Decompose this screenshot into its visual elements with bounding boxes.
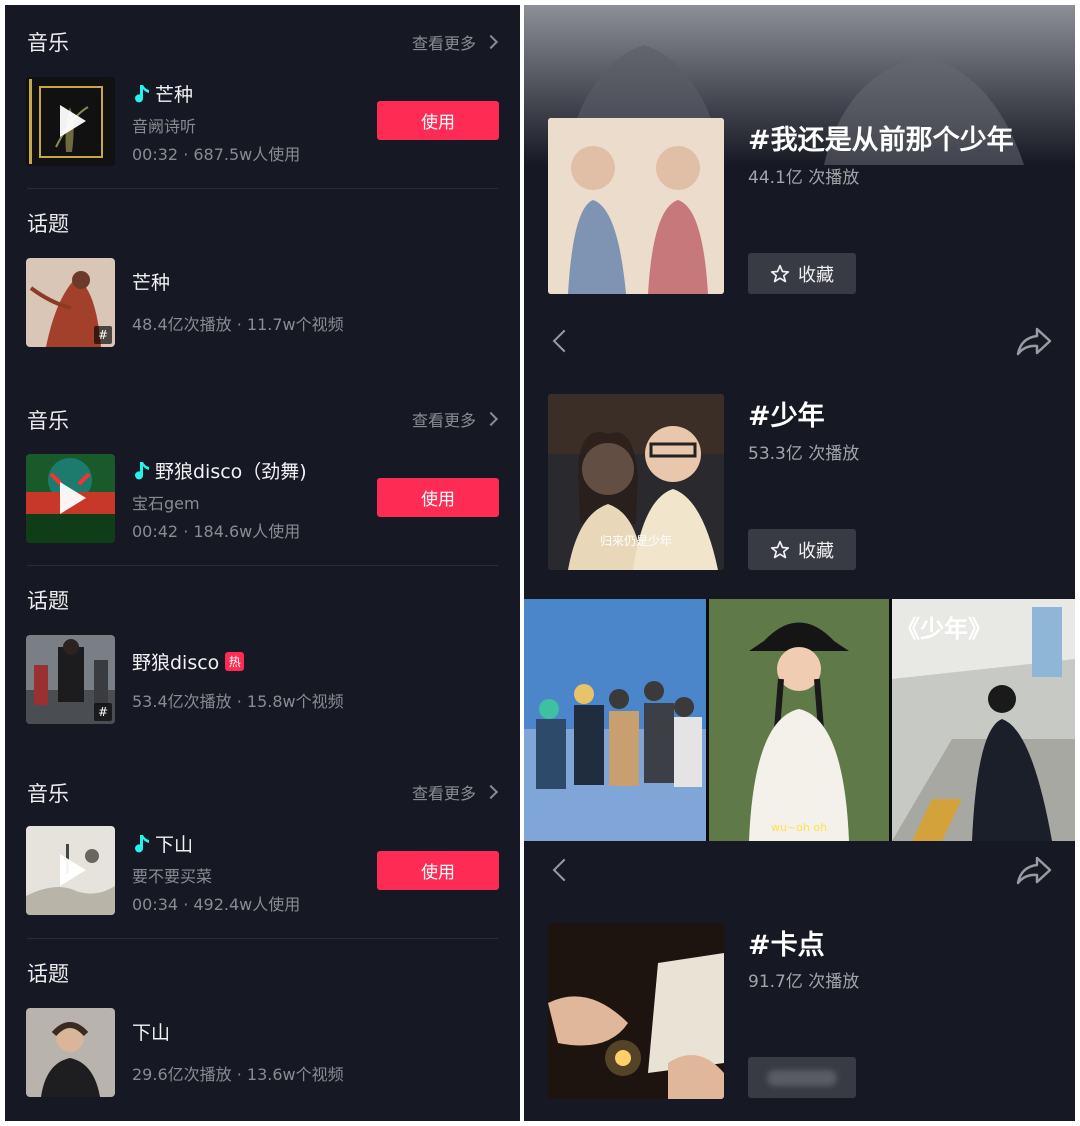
video-collage: wu~oh oh 《少年》 [524,599,1075,841]
see-more-link[interactable]: 查看更多 [411,780,499,804]
share-icon[interactable] [1015,854,1053,886]
music-cover[interactable] [26,77,115,166]
topic-meta: 48.4亿次播放 · 11.7w个视频 [132,315,344,334]
favorite-button[interactable]: 收藏 [748,253,856,294]
song-name: 野狼disco（劲舞) [155,461,307,483]
music-title[interactable]: 下山 [135,830,193,857]
music-note-icon [135,84,149,102]
section-title-music: 音乐 [27,31,69,55]
hashtag-icon: # [94,326,112,344]
music-meta: 00:32 · 687.5w人使用 [132,145,301,164]
music-title[interactable]: 芒种 [135,80,193,107]
favorite-button-blurred[interactable] [748,1057,856,1098]
back-icon[interactable] [552,329,576,353]
song-name: 芒种 [155,84,194,106]
music-cover[interactable] [26,826,115,915]
topic-thumbnail[interactable]: 归来仍是少年 [548,394,724,570]
topic-title[interactable]: #我还是从前那个少年 [748,118,1014,157]
collage-caption: wu~oh oh [770,821,828,834]
topic-title[interactable]: #少年 [748,394,825,433]
section-title-music: 音乐 [27,409,69,433]
music-title[interactable]: 野狼disco（劲舞) [135,457,307,484]
star-icon [770,264,790,282]
topic-cover[interactable] [26,1008,115,1097]
topic-title[interactable]: 下山 [132,1018,170,1045]
divider [27,938,498,939]
see-more-label: 查看更多 [411,411,476,430]
play-icon [60,854,86,886]
music-note-icon [135,834,149,852]
topic-title[interactable]: #卡点 [748,923,825,962]
topic-name: 芒种 [132,272,171,294]
topic-detail-right-panel: #我还是从前那个少年 44.1亿 次播放 收藏 归来仍是少年 #少年 53.3亿… [524,5,1075,1121]
topic-title[interactable]: 野狼disco 热 [132,648,245,675]
collage-overlay-text: 《少年》 [896,615,992,643]
search-results-left-panel: 音乐 查看更多 芒种 音阙诗听 00:32 · 687.5w人使用 使用 话题 … [5,5,520,1121]
section-title-topic: 话题 [27,962,69,986]
use-button[interactable]: 使用 [377,851,499,890]
collage-art [524,599,706,841]
divider [27,188,498,189]
see-more-link[interactable]: 查看更多 [411,407,499,431]
nav-row [524,850,1075,890]
divider [27,565,498,566]
play-icon [60,105,86,137]
topic-thumbnail[interactable] [548,118,724,294]
blurred-label [767,1069,837,1086]
play-icon [60,482,86,514]
music-meta: 00:34 · 492.4w人使用 [132,895,301,914]
collage-video-3[interactable]: 《少年》 [892,599,1075,841]
share-icon[interactable] [1015,325,1053,357]
favorite-label: 收藏 [798,540,834,562]
music-meta: 00:42 · 184.6w人使用 [132,522,301,541]
use-button[interactable]: 使用 [377,478,499,517]
thumbnail-art [548,923,724,1099]
section-title-topic: 话题 [27,212,69,236]
see-more-link[interactable]: 查看更多 [411,30,499,54]
topic-name: 野狼disco [132,652,220,674]
play-count: 44.1亿 次播放 [748,168,860,188]
song-name: 下山 [155,834,194,856]
hot-badge: 热 [225,652,245,671]
see-more-label: 查看更多 [411,784,476,803]
hashtag-icon: # [94,703,112,721]
collage-art [709,599,889,841]
topic-name: 下山 [132,1022,171,1044]
favorite-button[interactable]: 收藏 [748,529,856,570]
use-button[interactable]: 使用 [377,101,499,140]
topic-cover[interactable]: # [26,258,115,347]
collage-video-1[interactable] [524,599,706,841]
topic-cover[interactable]: # [26,635,115,724]
chevron-right-icon [483,34,499,50]
play-count: 53.3亿 次播放 [748,444,860,464]
chevron-right-icon [483,411,499,427]
music-note-icon [135,461,149,479]
see-more-label: 查看更多 [411,34,476,53]
section-title-music: 音乐 [27,782,69,806]
star-icon [770,540,790,558]
nav-row [524,321,1075,361]
collage-video-2[interactable]: wu~oh oh [709,599,889,841]
artist-name: 要不要买菜 [132,867,213,886]
section-title-topic: 话题 [27,589,69,613]
play-count: 91.7亿 次播放 [748,972,860,992]
favorite-label: 收藏 [798,264,834,286]
topic-meta: 53.4亿次播放 · 15.8w个视频 [132,692,344,711]
chevron-right-icon [483,784,499,800]
artist-name: 音阙诗听 [132,117,197,136]
topic-meta: 29.6亿次播放 · 13.6w个视频 [132,1065,344,1084]
thumbnail-caption: 归来仍是少年 [599,534,672,548]
thumbnail-art [548,118,724,294]
topic-thumbnail[interactable] [548,923,724,1099]
topic-cover-art [26,1008,115,1097]
music-cover[interactable] [26,454,115,543]
topic-title[interactable]: 芒种 [132,268,170,295]
artist-name: 宝石gem [132,494,200,513]
back-icon[interactable] [552,858,576,882]
